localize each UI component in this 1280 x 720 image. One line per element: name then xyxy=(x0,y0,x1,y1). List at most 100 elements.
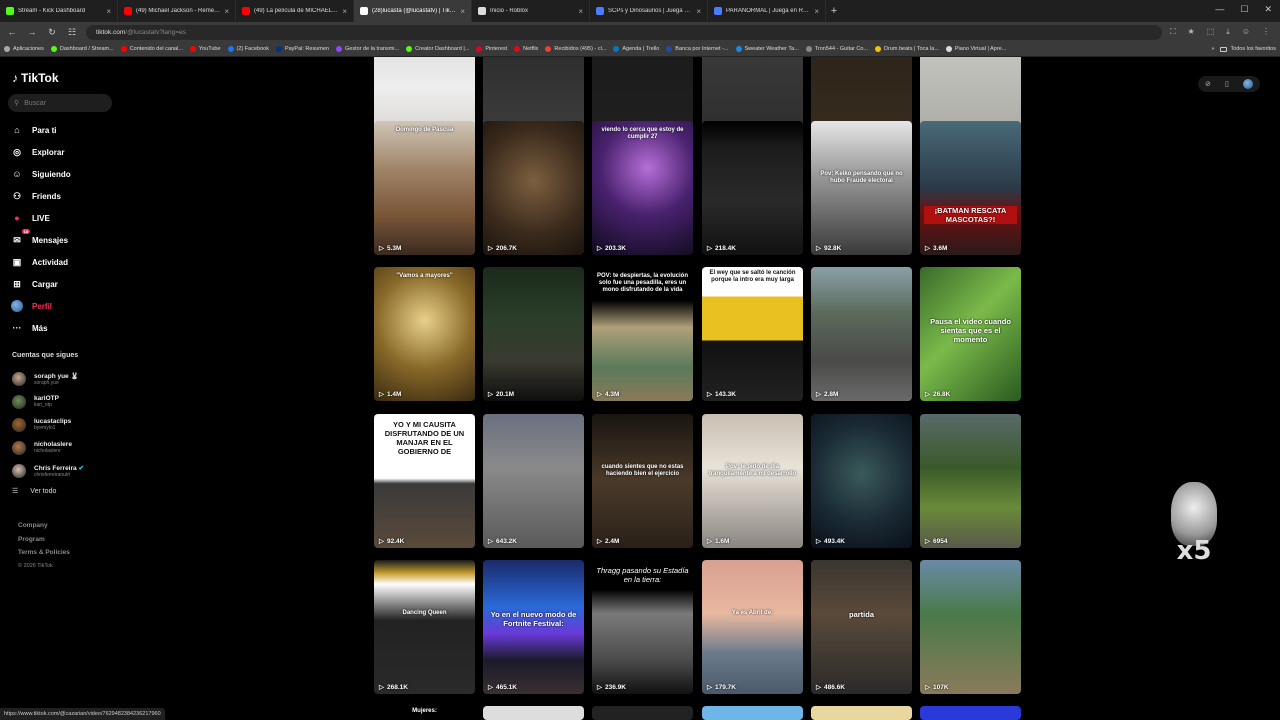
nav-item-siguiendo[interactable]: ☺ Siguiendo xyxy=(10,163,116,185)
bookmark-item[interactable]: Gestor de la transmi... xyxy=(335,46,399,52)
browser-tab[interactable]: Stream - Kick Dashboard × xyxy=(0,0,118,22)
following-account[interactable]: Chris Ferreira ✔ chrisferreiranutri xyxy=(12,459,118,482)
close-tab-icon[interactable]: × xyxy=(814,7,819,16)
download-icon[interactable]: ⤓ xyxy=(1226,27,1230,37)
video-card[interactable]: Dancing Queen ▷ 268.1K xyxy=(374,560,475,694)
bookmark-item[interactable]: Netflix xyxy=(514,46,538,52)
video-card[interactable]: POV: te despiertas, la evolución solo fu… xyxy=(592,267,693,401)
bookmark-item[interactable]: Tron544 - Guitar Co... xyxy=(805,46,868,52)
search-input[interactable]: ⚲ Buscar xyxy=(8,94,112,112)
video-card[interactable]: ▷ 6954 xyxy=(920,414,1021,548)
browser-tab[interactable]: (28)lucasta (@lucastatv) | TikT... × xyxy=(354,0,472,22)
bookmark-star-icon[interactable]: ★ xyxy=(1188,27,1195,37)
video-card[interactable]: Pov: le pido de día tranquilamente a mi … xyxy=(702,414,803,548)
nav-item-explorar[interactable]: ◎ Explorar xyxy=(10,141,116,163)
video-card[interactable]: Pausa el video cuando sientas que es el … xyxy=(920,267,1021,401)
close-tab-icon[interactable]: × xyxy=(696,7,701,16)
video-card[interactable] xyxy=(920,706,1021,720)
nav-item-friends[interactable]: ⚇ Friends xyxy=(10,185,116,207)
video-card[interactable]: ▷ 20.1M xyxy=(483,267,584,401)
all-bookmarks-button[interactable]: Todos los favoritos xyxy=(1220,46,1276,52)
close-tab-icon[interactable]: × xyxy=(460,7,465,16)
extensions-icon[interactable]: ⬚ xyxy=(1207,27,1215,37)
maximize-icon[interactable]: ☐ xyxy=(1240,4,1248,15)
footer-link[interactable]: Program xyxy=(18,533,70,547)
bookmark-item[interactable]: (2) Facebook xyxy=(227,46,269,52)
back-icon[interactable]: ← xyxy=(6,27,18,37)
close-tab-icon[interactable]: × xyxy=(578,7,583,16)
nav-item-ms[interactable]: ··· Más xyxy=(10,317,116,339)
close-tab-icon[interactable]: × xyxy=(342,7,347,16)
see-all-button[interactable]: ☰ Ver todo xyxy=(12,487,56,496)
following-account[interactable]: soraph yue 🐰 soraph.yue xyxy=(12,367,118,390)
url-field[interactable]: tiktok.com/@lucastatv?lang=es xyxy=(86,24,1162,40)
footer-link[interactable]: Company xyxy=(18,519,70,533)
translate-icon[interactable]: ⛶ xyxy=(1170,27,1176,37)
bookmark-item[interactable]: Aplicaciones xyxy=(4,46,44,52)
browser-tab[interactable]: (49) Michael Jackson - Rememb... × xyxy=(118,0,236,22)
minimize-icon[interactable]: — xyxy=(1215,4,1224,15)
bookmark-item[interactable]: PayPal: Resumen xyxy=(275,46,329,52)
bookmark-item[interactable]: Contenido del canal... xyxy=(120,46,183,52)
video-card[interactable]: Thragg pasando su Estadía en la tierra: ▷… xyxy=(592,560,693,694)
bookmark-item[interactable]: Drum beats | Toca la... xyxy=(875,46,939,52)
video-card[interactable]: Mujeres: xyxy=(374,706,475,720)
tiktok-logo[interactable]: ♪ TikTok xyxy=(12,71,59,85)
browser-tab[interactable]: SCPs y Dinosaurios | Juega en R... × xyxy=(590,0,708,22)
video-card[interactable] xyxy=(483,706,584,720)
video-card[interactable]: Ya es Abril de: ▷ 179.7K xyxy=(702,560,803,694)
menu-icon[interactable]: ⋮ xyxy=(1262,27,1270,37)
bookmark-item[interactable]: Dashboard / Stream... xyxy=(50,46,114,52)
video-card[interactable] xyxy=(592,706,693,720)
following-account[interactable]: lucastaclips byemylo1 xyxy=(12,413,118,436)
site-info-icon[interactable]: ☷ xyxy=(66,27,78,38)
bookmark-item[interactable]: Agenda | Trello xyxy=(613,46,659,52)
nav-item-mensajes[interactable]: ✉ 18 Mensajes xyxy=(10,229,116,251)
video-card[interactable]: ▷ 218.4K xyxy=(702,121,803,255)
nav-item-parati[interactable]: ⌂ Para ti xyxy=(10,119,116,141)
browser-tab[interactable]: PARANORMAL | Juega en Roblo... × xyxy=(708,0,826,22)
bookmark-item[interactable]: YouTube xyxy=(189,46,221,52)
bookmark-item[interactable]: Sweater Weather Ta... xyxy=(735,46,799,52)
close-tab-icon[interactable]: × xyxy=(224,7,229,16)
browser-tab[interactable]: Inicio - Roblox × xyxy=(472,0,590,22)
video-card[interactable]: Pov: Keiko pensando que no hubo Fraude e… xyxy=(811,121,912,255)
video-card[interactable]: ¡BATMAN RESCATA MASCOTAS?! ▷ 3.6M xyxy=(920,121,1021,255)
close-tab-icon[interactable]: × xyxy=(106,7,111,16)
video-card[interactable]: ▷ 2.8M xyxy=(811,267,912,401)
following-account[interactable]: nicholaslere nicholaslere xyxy=(12,436,118,459)
bookmark-item[interactable]: Pinterest xyxy=(476,46,507,52)
video-card[interactable]: partida ▷ 486.6K xyxy=(811,560,912,694)
nav-item-perfil[interactable]: Perfil xyxy=(10,295,116,317)
video-card[interactable]: Yo en el nuevo modo de Fortnite Festival… xyxy=(483,560,584,694)
bookmark-item[interactable]: Creator Dashboard |... xyxy=(406,46,469,52)
footer-link[interactable]: Terms & Policies xyxy=(18,546,70,560)
browser-tab[interactable]: (49) La película de MICHAEL JA... × xyxy=(236,0,354,22)
user-avatar[interactable] xyxy=(1242,79,1253,89)
more-bookmarks-icon[interactable]: » xyxy=(1211,46,1214,52)
bookmark-item[interactable]: Recibidos (495) - cl... xyxy=(545,46,606,52)
keyboard-icon[interactable]: ⊘ xyxy=(1205,80,1211,88)
following-account[interactable]: kariOTP kari_otp xyxy=(12,390,118,413)
close-window-icon[interactable]: ✕ xyxy=(1264,4,1272,15)
video-card[interactable]: YO Y MI CAUSITA DISFRUTANDO DE UN MANJAR… xyxy=(374,414,475,548)
video-card[interactable] xyxy=(811,706,912,720)
device-icon[interactable]: ▯ xyxy=(1225,80,1229,88)
video-card[interactable]: ▷ 206.7K xyxy=(483,121,584,255)
video-card[interactable]: ▷ 493.4K xyxy=(811,414,912,548)
profile-icon[interactable]: ☺ xyxy=(1242,27,1250,37)
video-card[interactable]: "Vamos a mayores" ▷ 1.4M xyxy=(374,267,475,401)
video-card[interactable]: ▷ 107K xyxy=(920,560,1021,694)
forward-icon[interactable]: → xyxy=(26,27,38,37)
new-tab-icon[interactable]: + xyxy=(826,5,842,17)
reload-icon[interactable]: ↻ xyxy=(46,27,58,38)
video-card[interactable]: viendo lo cerca que estoy de cumplir 27 ▷… xyxy=(592,121,693,255)
video-card[interactable]: cuando sientes que no estas haciendo bie… xyxy=(592,414,693,548)
video-card[interactable]: Domingo de Pascua ▷ 5.3M xyxy=(374,121,475,255)
nav-item-live[interactable]: ● LIVE xyxy=(10,207,116,229)
video-card[interactable]: ▷ 643.2K xyxy=(483,414,584,548)
video-card[interactable]: El wey que se saltó le canción porque la… xyxy=(702,267,803,401)
nav-item-cargar[interactable]: ⊞ Cargar xyxy=(10,273,116,295)
bookmark-item[interactable]: Banca por Internet -... xyxy=(666,46,729,52)
bookmark-item[interactable]: Piano Virtual | Apre... xyxy=(945,46,1006,52)
